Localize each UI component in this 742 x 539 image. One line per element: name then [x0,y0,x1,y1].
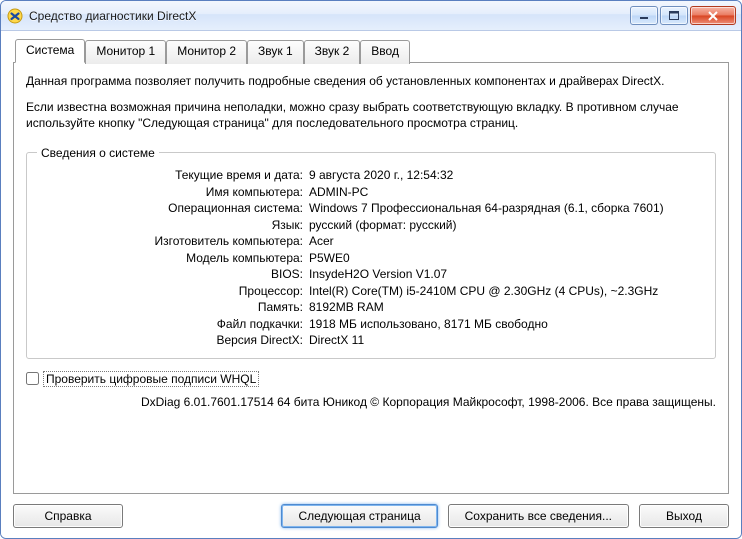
value: Windows 7 Профессиональная 64-разрядная … [309,201,705,215]
tab-sound-1[interactable]: Звук 1 [247,40,304,64]
tab-monitor-2[interactable]: Монитор 2 [166,40,247,64]
label: Операционная система: [37,201,309,215]
value: InsydeH2O Version V1.07 [309,267,705,281]
value: Intel(R) Core(TM) i5-2410M CPU @ 2.30GHz… [309,284,705,298]
button-row: Справка Следующая страница Сохранить все… [13,504,729,528]
label: Память: [37,300,309,314]
whql-checkbox[interactable] [26,372,39,385]
value: DirectX 11 [309,333,705,347]
label: Текущие время и дата: [37,168,309,182]
label: Язык: [37,218,309,232]
value: P5WE0 [309,251,705,265]
app-icon [7,8,23,24]
tab-input[interactable]: Ввод [360,40,410,64]
row-directx-version: Версия DirectX:DirectX 11 [37,333,705,347]
window-title: Средство диагностики DirectX [29,9,630,23]
row-pagefile: Файл подкачки:1918 МБ использовано, 8171… [37,317,705,331]
label: Процессор: [37,284,309,298]
tab-sound-2[interactable]: Звук 2 [304,40,361,64]
value: 8192MB RAM [309,300,705,314]
label: Имя компьютера: [37,185,309,199]
row-datetime: Текущие время и дата:9 августа 2020 г., … [37,168,705,182]
window-frame: Средство диагностики DirectX Система Мон… [0,0,742,539]
label: Модель компьютера: [37,251,309,265]
tab-panel-system: Данная программа позволяет получить подр… [13,62,729,494]
label: BIOS: [37,267,309,281]
titlebar[interactable]: Средство диагностики DirectX [1,1,741,31]
value: русский (формат: русский) [309,218,705,232]
row-os: Операционная система:Windows 7 Профессио… [37,201,705,215]
footer-info: DxDiag 6.01.7601.17514 64 бита Юникод © … [26,395,716,409]
value: ADMIN-PC [309,185,705,199]
row-manufacturer: Изготовитель компьютера:Acer [37,234,705,248]
window-buttons [630,6,739,25]
tab-monitor-1[interactable]: Монитор 1 [85,40,166,64]
system-info-group: Сведения о системе Текущие время и дата:… [26,146,716,359]
whql-checkbox-row: Проверить цифровые подписи WHQL [26,371,716,387]
value: 9 августа 2020 г., 12:54:32 [309,168,705,182]
row-bios: BIOS:InsydeH2O Version V1.07 [37,267,705,281]
label: Файл подкачки: [37,317,309,331]
intro-paragraph-1: Данная программа позволяет получить подр… [26,73,716,89]
intro-paragraph-2: Если известна возможная причина неполадк… [26,99,716,131]
value: Acer [309,234,705,248]
row-model: Модель компьютера:P5WE0 [37,251,705,265]
minimize-button[interactable] [630,6,658,25]
system-info-legend: Сведения о системе [37,146,159,160]
intro-text: Данная программа позволяет получить подр… [26,73,716,142]
value: 1918 МБ использовано, 8171 МБ свободно [309,317,705,331]
maximize-button[interactable] [660,6,688,25]
label: Изготовитель компьютера: [37,234,309,248]
tabset: Система Монитор 1 Монитор 2 Звук 1 Звук … [13,39,729,63]
tab-system[interactable]: Система [15,39,85,63]
row-computer-name: Имя компьютера:ADMIN-PC [37,185,705,199]
row-language: Язык:русский (формат: русский) [37,218,705,232]
help-button[interactable]: Справка [13,504,123,528]
whql-label[interactable]: Проверить цифровые подписи WHQL [43,371,259,387]
row-memory: Память:8192MB RAM [37,300,705,314]
content-area: Система Монитор 1 Монитор 2 Звук 1 Звук … [1,31,741,538]
row-processor: Процессор:Intel(R) Core(TM) i5-2410M CPU… [37,284,705,298]
label: Версия DirectX: [37,333,309,347]
close-button[interactable] [690,6,736,25]
next-page-button[interactable]: Следующая страница [281,504,437,528]
save-all-button[interactable]: Сохранить все сведения... [448,504,629,528]
exit-button[interactable]: Выход [639,504,729,528]
